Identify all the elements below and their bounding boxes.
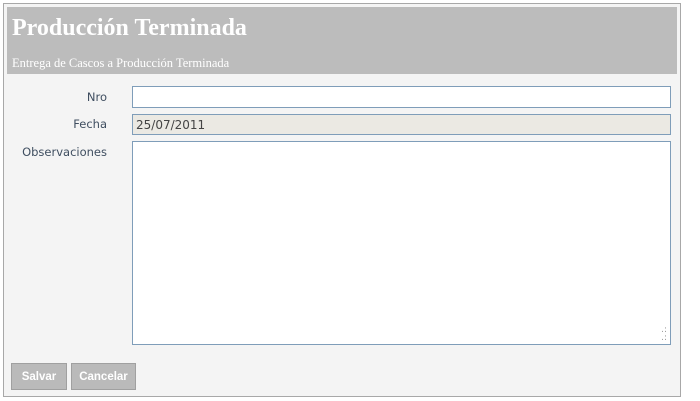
page-subtitle: Entrega de Cascos a Producción Terminada [12,56,230,70]
save-button[interactable]: Salvar [11,363,67,390]
form-panel: Producción Terminada Entrega de Cascos a… [3,3,681,397]
fecha-label: Fecha [73,117,107,131]
nro-label: Nro [86,90,107,104]
observaciones-label: Observaciones [22,145,107,159]
page-title: Producción Terminada [12,15,247,41]
fecha-input[interactable] [132,114,671,135]
observaciones-textarea[interactable]: .:.: [132,141,671,345]
nro-input[interactable] [132,86,671,108]
cancel-button[interactable]: Cancelar [71,363,136,390]
resize-grip-icon[interactable]: .:.: [661,326,667,343]
panel-header: Producción Terminada Entrega de Cascos a… [7,7,677,74]
